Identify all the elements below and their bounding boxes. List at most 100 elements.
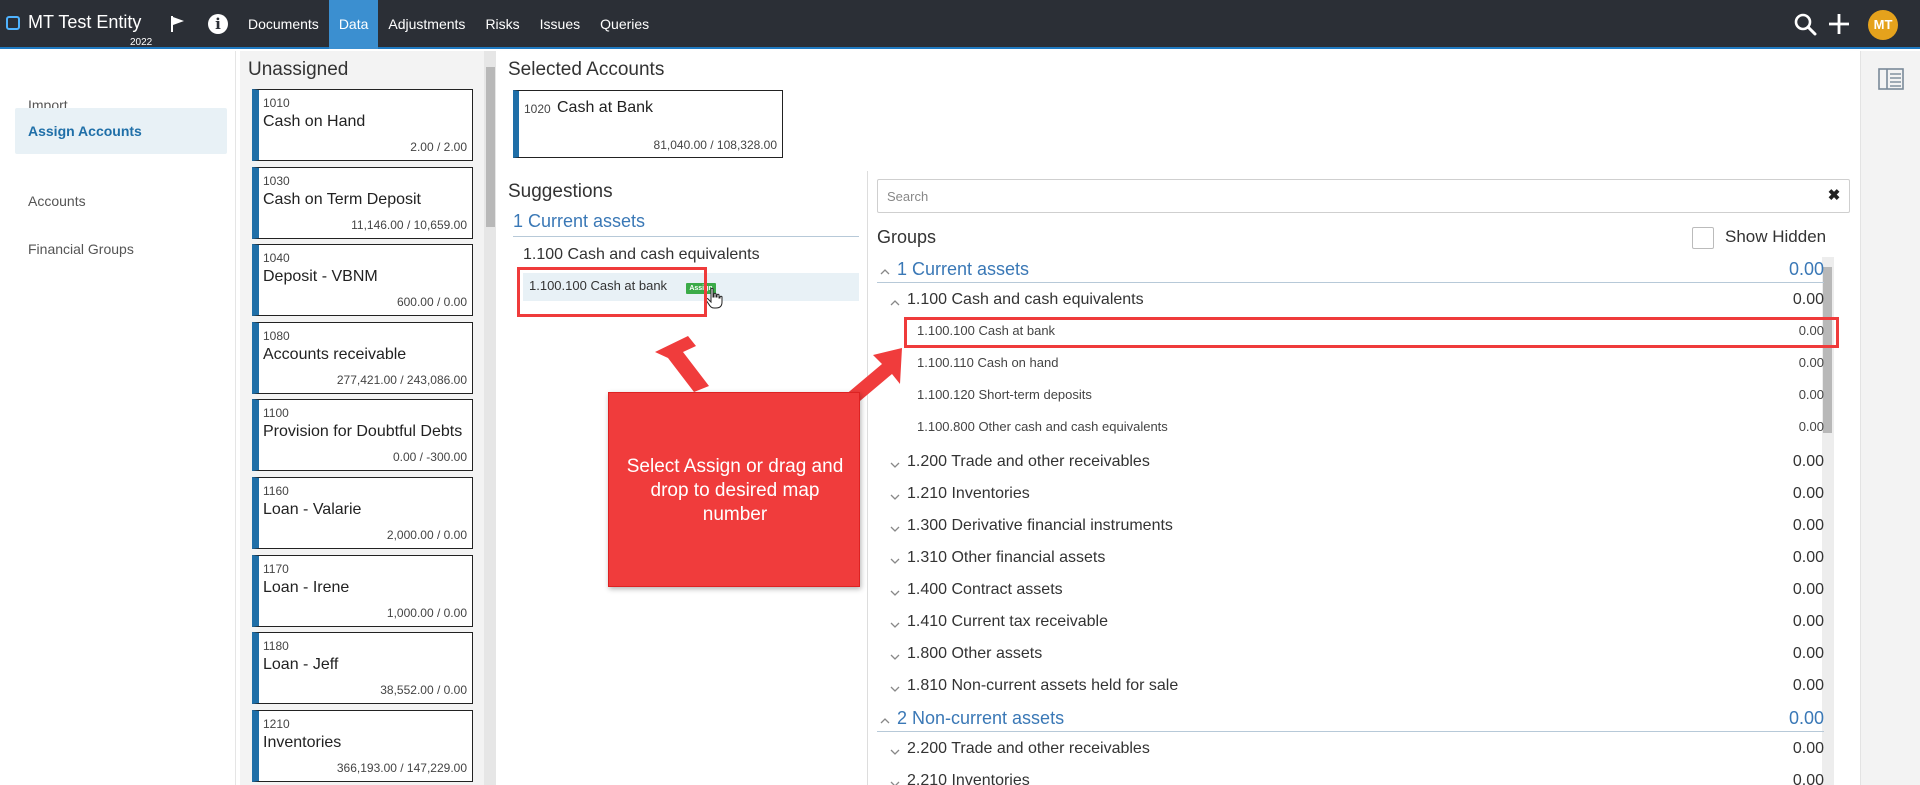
group-row[interactable]: 1.800 Other assets 0.00 (877, 642, 1824, 666)
sidebar: Import Assign Accounts Accounts Financia… (0, 51, 236, 785)
unassigned-account-card[interactable]: 1010 Cash on Hand 2.00 / 2.00 (252, 89, 473, 161)
account-values: 11,146.00 / 10,659.00 (351, 217, 467, 232)
group-row[interactable]: 1.410 Current tax receivable 0.00 (877, 610, 1824, 634)
highlight-target-group (904, 317, 1839, 348)
group-label: 1.100.110 Cash on hand (917, 355, 1059, 370)
sidebar-item-accounts[interactable]: Accounts (15, 178, 227, 224)
sidebar-item-financial-groups[interactable]: Financial Groups (15, 226, 227, 272)
group-row[interactable]: 1.810 Non-current assets held for sale 0.… (877, 674, 1824, 698)
user-avatar[interactable]: MT (1868, 10, 1898, 40)
chevron-up-icon[interactable] (890, 298, 900, 308)
account-values: 366,193.00 / 147,229.00 (336, 760, 467, 775)
group-label: 2.200 Trade and other receivables (907, 740, 1150, 757)
group-row[interactable]: 2.200 Trade and other receivables 0.00 (877, 737, 1824, 761)
group-label: 1.200 Trade and other receivables (907, 453, 1150, 470)
show-hidden-label: Show Hidden (1725, 227, 1827, 246)
add-icon[interactable] (1827, 12, 1851, 36)
show-hidden-checkbox[interactable] (1692, 227, 1714, 249)
group-row[interactable]: 1.100 Cash and cash equivalents 0.00 (877, 288, 1824, 312)
group-leaf-row[interactable]: 1.100.800 Other cash and cash equivalent… (877, 414, 1824, 438)
unassigned-account-card[interactable]: 1160 Loan - Valarie 2,000.00 / 0.00 (252, 477, 473, 549)
unassigned-account-card[interactable]: 1040 Deposit - VBNM 600.00 / 0.00 (252, 244, 473, 317)
group-amount: 0.00 (1788, 259, 1824, 279)
group-label: 1.100 Cash and cash equivalents (907, 291, 1144, 308)
unassigned-account-card[interactable]: 1030 Cash on Term Deposit 11,146.00 / 10,6… (252, 166, 473, 239)
chevron-down-icon[interactable] (890, 779, 900, 785)
groups-search-input[interactable] (887, 186, 1807, 206)
unassigned-account-card[interactable]: 1100 Provision for Doubtful Debts 0.00 / -… (252, 399, 473, 472)
account-values: 1,000.00 / 0.00 (386, 605, 467, 620)
show-hidden-toggle[interactable]: Show Hidden (1692, 225, 1832, 251)
clear-search-icon[interactable]: ✖ (1826, 188, 1842, 204)
account-values: 81,040.00 / 108,328.00 (653, 138, 777, 152)
chevron-up-icon[interactable] (880, 716, 890, 726)
panel-divider (867, 171, 868, 785)
unassigned-account-card[interactable]: 1210 Inventories 366,193.00 / 147,229.00 (252, 709, 473, 782)
highlight-suggestion (517, 267, 707, 317)
suggestions-title: Suggestions (508, 181, 613, 202)
group-label: 1.410 Current tax receivable (907, 613, 1108, 630)
selected-account-card[interactable]: 1020 Cash at Bank 81,040.00 / 108,328.00 (513, 90, 783, 158)
groups-panel: ✖ Groups Show Hidden 1 Current assets 0.0… (877, 171, 1856, 785)
search-icon[interactable] (1793, 12, 1817, 36)
group-row[interactable]: 1.310 Other financial assets 0.00 (877, 546, 1824, 570)
account-code: 1080 (263, 328, 290, 343)
group-header-row[interactable]: 2 Non-current assets 0.00 (877, 706, 1824, 732)
group-leaf-row[interactable]: 1.100.110 Cash on hand 0.00 (877, 350, 1824, 374)
unassigned-account-card[interactable]: 1170 Loan - Irene 1,000.00 / 0.00 (252, 554, 473, 627)
chevron-down-icon[interactable] (890, 460, 900, 470)
account-values: 277,421.00 / 243,086.00 (336, 372, 467, 387)
chevron-down-icon[interactable] (890, 556, 900, 566)
sidebar-item-assign-accounts[interactable]: Assign Accounts (15, 108, 227, 154)
group-row[interactable]: 2.210 Inventories 0.00 (877, 769, 1824, 785)
nav-data[interactable]: Data (328, 0, 379, 49)
chevron-down-icon[interactable] (890, 620, 900, 630)
suggestion-group[interactable]: 1 Current assets (513, 211, 859, 237)
top-bar: MT Test Entity 2022 i Documents Data Adj… (0, 0, 1920, 49)
entity-name: MT Test Entity (28, 12, 142, 32)
chevron-down-icon[interactable] (890, 492, 900, 502)
nav-risks[interactable]: Risks (475, 0, 529, 49)
chevron-down-icon[interactable] (890, 524, 900, 534)
unassigned-scroll-thumb[interactable] (486, 67, 495, 227)
group-label: 1.810 Non-current assets held for sale (907, 677, 1179, 694)
chevron-down-icon[interactable] (890, 684, 900, 694)
account-name: Loan - Valarie (263, 501, 362, 518)
group-label: 1.300 Derivative financial instruments (907, 517, 1173, 534)
group-row[interactable]: 1.400 Contract assets 0.00 (877, 578, 1824, 602)
chevron-down-icon[interactable] (890, 652, 900, 662)
group-label: 1 Current assets (897, 259, 1030, 279)
group-amount: 0.00 (1792, 291, 1824, 308)
group-amount: 0.00 (1792, 485, 1824, 502)
chevron-down-icon[interactable] (890, 747, 900, 757)
group-amount: 0.00 (1792, 740, 1824, 757)
chevron-up-icon[interactable] (880, 267, 890, 277)
flag-icon[interactable] (168, 14, 188, 34)
hand-cursor-icon (705, 287, 723, 309)
nav-issues[interactable]: Issues (530, 0, 590, 49)
account-name: Loan - Jeff (263, 656, 339, 674)
unassigned-title: Unassigned (248, 59, 349, 80)
groups-scroll-thumb[interactable] (1823, 267, 1832, 433)
unassigned-account-card[interactable]: 1080 Accounts receivable 277,421.00 / 243,… (252, 321, 473, 394)
columns-panel-icon[interactable] (1878, 67, 1904, 91)
nav-adjustments[interactable]: Adjustments (378, 0, 475, 49)
account-code: 1100 (263, 406, 289, 421)
chevron-down-icon[interactable] (890, 588, 900, 598)
group-label: 1.100.120 Short-term deposits (917, 387, 1092, 402)
unassigned-account-card[interactable]: 1180 Loan - Jeff 38,552.00 / 0.00 (252, 632, 473, 705)
group-header-row[interactable]: 1 Current assets 0.00 (877, 257, 1824, 283)
group-row[interactable]: 1.200 Trade and other receivables 0.00 (877, 450, 1824, 474)
group-row[interactable]: 1.300 Derivative financial instruments 0.… (877, 514, 1824, 538)
group-row[interactable]: 1.210 Inventories 0.00 (877, 482, 1824, 506)
info-icon[interactable]: i (208, 14, 228, 34)
nav-documents[interactable]: Documents (238, 0, 329, 49)
group-amount: 0.00 (1798, 419, 1824, 434)
group-amount: 0.00 (1792, 517, 1824, 534)
main-nav: Documents Data Adjustments Risks Issues … (238, 0, 659, 49)
group-label: 1.310 Other financial assets (907, 549, 1106, 566)
nav-queries[interactable]: Queries (590, 0, 659, 49)
entity-year: 2022 (130, 37, 153, 48)
group-label: 1.100.800 Other cash and cash equivalent… (917, 419, 1168, 434)
group-leaf-row[interactable]: 1.100.120 Short-term deposits 0.00 (877, 382, 1824, 406)
